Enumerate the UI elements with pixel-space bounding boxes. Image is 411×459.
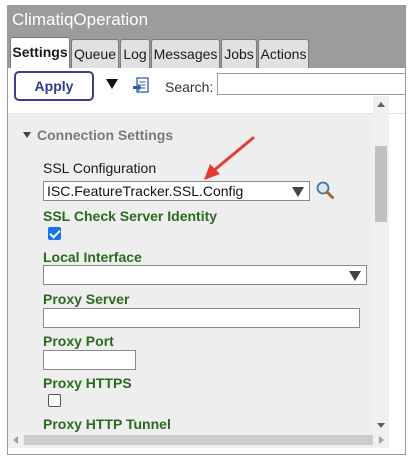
tab-messages[interactable]: Messages: [151, 39, 220, 68]
collapse-triangle-icon: [23, 132, 31, 139]
scroll-right-arrow-icon[interactable]: [379, 436, 384, 444]
proxy-port-input[interactable]: [43, 350, 136, 370]
proxy-server-input[interactable]: [43, 308, 360, 328]
scroll-left-arrow-icon[interactable]: [13, 436, 18, 444]
toolbar: Apply Search:: [8, 68, 405, 114]
annotation-arrow-icon: [204, 136, 255, 180]
dropdown-arrow-icon[interactable]: [106, 79, 118, 89]
proxy-server-label: Proxy Server: [43, 291, 130, 307]
tab-settings[interactable]: Settings: [10, 37, 70, 68]
select-arrow-icon: [292, 187, 304, 197]
document-icon[interactable]: [133, 77, 151, 95]
ssl-check-checkbox[interactable]: [48, 227, 61, 240]
ssl-configuration-label: SSL Configuration: [43, 160, 157, 176]
proxy-https-label: Proxy HTTPS: [43, 375, 132, 391]
apply-button[interactable]: Apply: [14, 71, 94, 101]
tab-bar: Settings Queue Log Messages Jobs Actions: [8, 34, 405, 68]
settings-panel: Connection Settings SSL Configuration IS…: [8, 114, 373, 448]
magnifier-icon[interactable]: [315, 180, 335, 200]
proxy-port-label: Proxy Port: [43, 333, 114, 349]
ssl-configuration-select[interactable]: ISC.FeatureTracker.SSL.Config: [43, 181, 310, 201]
ssl-configuration-value: ISC.FeatureTracker.SSL.Config: [47, 183, 244, 199]
search-label: Search:: [165, 79, 214, 95]
horizontal-scrollbar[interactable]: [8, 432, 389, 448]
search-input[interactable]: [217, 73, 405, 95]
window-title: ClimatiqOperation: [8, 6, 405, 34]
proxy-https-checkbox[interactable]: [48, 394, 61, 407]
local-interface-select[interactable]: [43, 265, 367, 285]
section-title: Connection Settings: [37, 127, 174, 143]
select-arrow-icon: [349, 271, 361, 281]
vertical-scroll-thumb[interactable]: [375, 146, 387, 222]
tab-log[interactable]: Log: [120, 39, 150, 68]
connection-settings-header[interactable]: Connection Settings: [23, 127, 173, 143]
proxy-http-tunnel-label: Proxy HTTP Tunnel: [43, 416, 171, 432]
operation-window: ClimatiqOperation Settings Queue Log Mes…: [7, 5, 406, 455]
tab-actions[interactable]: Actions: [258, 39, 309, 68]
local-interface-label: Local Interface: [43, 249, 142, 265]
vertical-scrollbar[interactable]: [373, 96, 389, 432]
tab-queue[interactable]: Queue: [71, 39, 119, 68]
horizontal-scroll-thumb[interactable]: [24, 435, 373, 445]
scroll-up-arrow-icon[interactable]: [377, 102, 385, 107]
scroll-down-arrow-icon[interactable]: [377, 423, 385, 428]
ssl-check-label: SSL Check Server Identity: [43, 208, 218, 224]
tab-jobs[interactable]: Jobs: [221, 39, 257, 68]
